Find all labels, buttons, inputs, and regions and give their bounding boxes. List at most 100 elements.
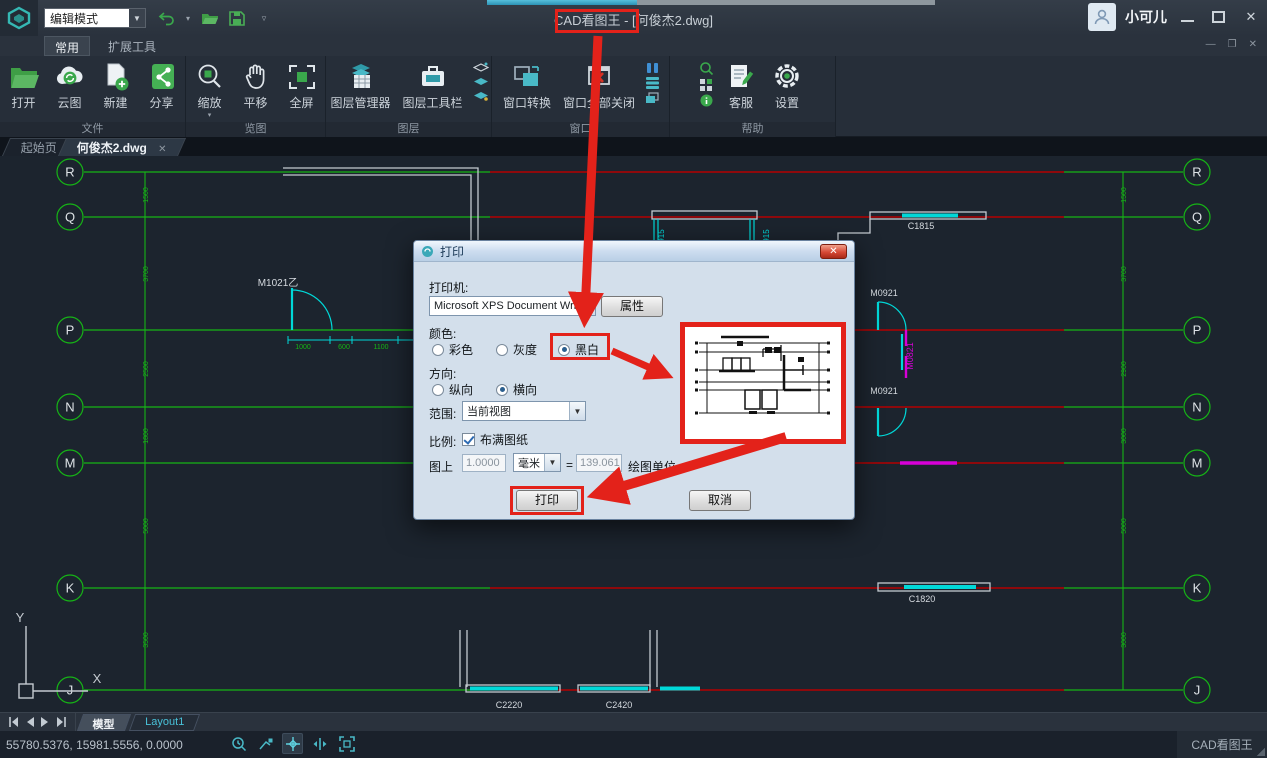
polyline-tool-button[interactable] bbox=[255, 733, 276, 754]
svg-text:3000: 3000 bbox=[1121, 632, 1128, 648]
window-title: CAD看图王 - [何俊杰2.dwg] bbox=[554, 10, 713, 29]
app-grid-icon[interactable] bbox=[699, 78, 714, 91]
pan-button[interactable]: 平移 bbox=[234, 60, 278, 113]
svg-text:C1820: C1820 bbox=[909, 594, 936, 604]
print-dialog: 打印 ✕ 打印机: Microsoft XPS Document Writer … bbox=[413, 240, 855, 520]
user-avatar[interactable] bbox=[1088, 3, 1116, 31]
open-drawing-button[interactable]: 打开 bbox=[2, 60, 46, 113]
open-file-button[interactable] bbox=[200, 8, 220, 28]
maximize-button[interactable] bbox=[1212, 11, 1225, 23]
layer-lock-icon[interactable] bbox=[473, 90, 489, 101]
app-logo[interactable] bbox=[0, 0, 38, 36]
background-window-strip-teal bbox=[487, 0, 637, 5]
doc-restore-icon[interactable]: ❐ bbox=[1228, 39, 1237, 51]
cancel-button[interactable]: 取消 bbox=[689, 490, 751, 511]
cloud-drawing-button[interactable]: 云图 bbox=[48, 60, 92, 113]
doc-close-icon[interactable]: ✕ bbox=[1249, 39, 1257, 51]
next-sheet-icon[interactable] bbox=[41, 717, 49, 727]
minimize-button[interactable] bbox=[1181, 12, 1194, 22]
radio-portrait[interactable]: 纵向 bbox=[432, 381, 473, 398]
tab-close-icon[interactable]: ✕ bbox=[158, 144, 166, 155]
save-button[interactable] bbox=[227, 8, 247, 28]
svg-text:Q: Q bbox=[1192, 210, 1202, 225]
ribbon-group-view: 缩放 ▾ 平移 全屏 览图 bbox=[186, 56, 326, 137]
customer-service-button[interactable]: 客服 bbox=[719, 60, 763, 113]
open-folder-icon bbox=[7, 62, 41, 92]
range-select-arrow-icon[interactable]: ▼ bbox=[569, 402, 585, 420]
tab-model[interactable]: 模型 bbox=[77, 714, 131, 731]
drawing-units-label: 绘图单位 bbox=[628, 458, 676, 475]
svg-text:C2420: C2420 bbox=[606, 700, 633, 710]
settings-button[interactable]: 设置 bbox=[765, 60, 809, 113]
print-dialog-titlebar[interactable]: 打印 ✕ bbox=[414, 241, 854, 262]
cad-viewer-window: 编辑模式 ▼ ▾ bbox=[0, 0, 1267, 758]
ortho-icon bbox=[312, 736, 328, 752]
new-file-icon bbox=[99, 62, 133, 92]
close-all-windows-button[interactable]: 窗口全部关闭 bbox=[558, 60, 640, 113]
tab-layout1[interactable]: Layout1 bbox=[129, 714, 200, 731]
zoom-button[interactable]: 缩放 ▾ bbox=[188, 60, 232, 120]
doc-minimize-icon[interactable]: — bbox=[1206, 39, 1216, 51]
fit-paper-checkbox-box[interactable] bbox=[462, 433, 475, 446]
mode-select[interactable]: 编辑模式 ▼ bbox=[44, 8, 146, 28]
layer-on-icon[interactable] bbox=[473, 62, 489, 73]
radio-black-white[interactable]: 黑白 bbox=[558, 341, 599, 358]
print-dialog-close-button[interactable]: ✕ bbox=[820, 244, 847, 259]
svg-text:M: M bbox=[65, 456, 76, 471]
quick-access-more-icon[interactable]: ▿ bbox=[254, 8, 274, 28]
equals-sign: = bbox=[566, 458, 573, 472]
resize-grip[interactable] bbox=[1257, 748, 1265, 756]
range-label: 范围: bbox=[429, 405, 456, 422]
window-switch-button[interactable]: 窗口转换 bbox=[498, 60, 556, 113]
crosshair-snap-button[interactable] bbox=[282, 733, 303, 754]
printer-select[interactable]: Microsoft XPS Document Writer ▼ bbox=[429, 296, 596, 316]
user-name[interactable]: 小可儿 bbox=[1125, 7, 1167, 27]
radio-landscape[interactable]: 横向 bbox=[496, 381, 537, 398]
undo-dropdown-arrow-icon[interactable]: ▾ bbox=[183, 8, 193, 28]
layer-toolbar-button[interactable]: 图层工具栏 bbox=[398, 60, 468, 113]
layer-manager-button[interactable]: 图层管理器 bbox=[325, 60, 395, 113]
new-drawing-button[interactable]: 新建 bbox=[94, 60, 138, 113]
ribbon-group-label-layers: 图层 bbox=[326, 122, 491, 137]
ribbon-group-file: 打开 云图 新建 bbox=[0, 56, 186, 137]
zoom-history-button[interactable] bbox=[228, 733, 249, 754]
tab-extended-tools[interactable]: 扩展工具 bbox=[98, 36, 166, 56]
undo-button[interactable] bbox=[156, 8, 176, 28]
prev-sheet-icon[interactable] bbox=[26, 717, 34, 727]
unit-select[interactable]: 毫米 ▼ bbox=[513, 453, 561, 472]
background-window-strip-gray bbox=[637, 0, 935, 5]
svg-text:2500: 2500 bbox=[143, 361, 150, 377]
fullscreen-button[interactable]: 全屏 bbox=[280, 60, 324, 113]
range-select-value: 当前视图 bbox=[463, 403, 569, 419]
share-button[interactable]: 分享 bbox=[140, 60, 184, 113]
radio-grayscale[interactable]: 灰度 bbox=[496, 341, 537, 358]
layer-freeze-icon[interactable] bbox=[473, 76, 489, 87]
drawing-units-input[interactable]: 139.061 bbox=[576, 454, 622, 472]
first-sheet-icon[interactable] bbox=[8, 717, 19, 727]
mode-select-arrow-icon[interactable]: ▼ bbox=[129, 9, 145, 27]
printer-select-value: Microsoft XPS Document Writer bbox=[430, 300, 579, 312]
tab-drawing[interactable]: 何俊杰2.dwg ✕ bbox=[58, 138, 186, 156]
range-select[interactable]: 当前视图 ▼ bbox=[462, 401, 586, 421]
tab-home[interactable]: 常用 bbox=[44, 36, 90, 56]
svg-text:M1021乙: M1021乙 bbox=[258, 277, 299, 289]
zoom-dropdown-arrow-icon[interactable]: ▾ bbox=[208, 113, 212, 118]
tile-vertical-icon[interactable] bbox=[645, 62, 660, 74]
sheet-value-input[interactable]: 1.0000 bbox=[462, 454, 506, 472]
ribbon-group-label-view: 览图 bbox=[186, 122, 325, 137]
properties-button[interactable]: 属性 bbox=[601, 296, 663, 317]
close-button[interactable]: ✕ bbox=[1243, 10, 1259, 24]
last-sheet-icon[interactable] bbox=[56, 717, 67, 727]
print-button[interactable]: 打印 bbox=[516, 490, 578, 511]
unit-select-arrow-icon[interactable]: ▼ bbox=[544, 454, 560, 471]
printer-select-arrow-icon[interactable]: ▼ bbox=[579, 297, 595, 315]
zoom-extents-button[interactable] bbox=[336, 733, 357, 754]
tile-horizontal-icon[interactable] bbox=[645, 77, 660, 89]
search-update-icon[interactable] bbox=[699, 62, 714, 75]
cascade-windows-icon[interactable] bbox=[645, 92, 660, 104]
ortho-mode-button[interactable] bbox=[309, 733, 330, 754]
fit-paper-checkbox[interactable]: 布满图纸 bbox=[462, 431, 528, 448]
radio-color[interactable]: 彩色 bbox=[432, 341, 473, 358]
drawing-canvas[interactable]: RRQQPPNNMMKKJJ bbox=[0, 156, 1267, 712]
info-icon[interactable] bbox=[699, 94, 714, 107]
